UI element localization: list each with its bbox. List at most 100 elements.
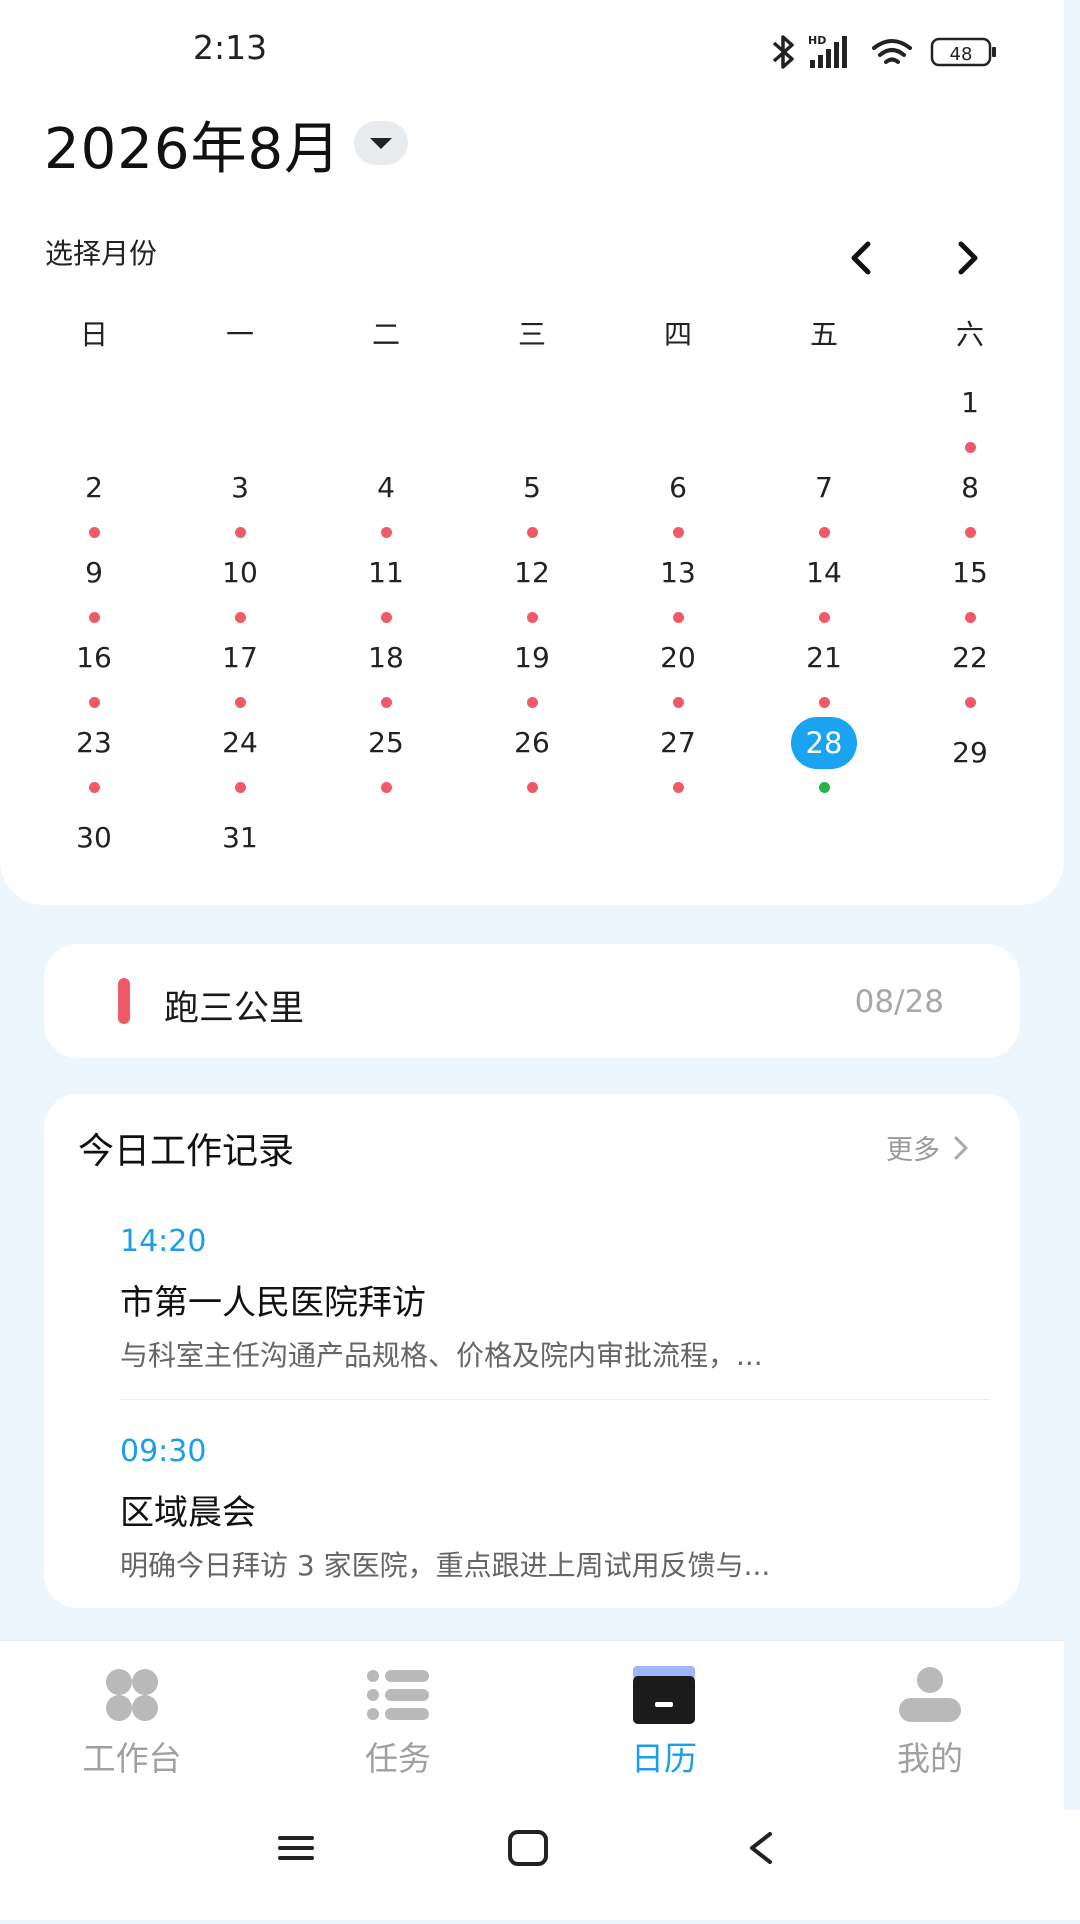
event-dot (235, 527, 246, 538)
entry-time: 14:20 (120, 1224, 207, 1259)
event-dot (819, 697, 830, 708)
tab-label: 日历 (631, 1739, 697, 1778)
day-cell-28-selected[interactable]: 28 (791, 717, 857, 769)
event-dot (89, 697, 100, 708)
tab-workbench[interactable]: 工作台 (32, 1664, 232, 1780)
tab-calendar[interactable]: 日历 (564, 1664, 764, 1780)
person-icon (895, 1664, 965, 1726)
event-dot (965, 527, 976, 538)
entry-title: 区域晨会 (120, 1493, 256, 1533)
event-dot (673, 612, 684, 623)
entry-time: 09:30 (120, 1434, 207, 1469)
entry-desc: 明确今日拜访 3 家医院，重点跟进上周试用反馈与... (120, 1549, 771, 1582)
work-log-card: 今日工作记录 更多 14:20 市第一人民医院拜访 与科室主任沟通产品规格、价格… (44, 1094, 1020, 1608)
more-link[interactable]: 更多 (886, 1128, 970, 1169)
day-cell-7[interactable]: 7 (764, 468, 884, 508)
nav-divider (0, 1640, 1064, 1641)
work-log-entry[interactable]: 14:20 市第一人民医院拜访 与科室主任沟通产品规格、价格及院内审批流程，..… (120, 1224, 990, 1374)
day-cell-23[interactable]: 23 (34, 723, 154, 763)
day-cell-6[interactable]: 6 (618, 468, 738, 508)
event-dot (965, 442, 976, 453)
task-color-bar (118, 978, 130, 1024)
day-cell-29[interactable]: 29 (910, 733, 1030, 773)
calendar-icon (629, 1664, 699, 1726)
bottom-nav: 工作台 任务 日历 我的 (0, 1640, 1064, 1810)
event-dot (381, 527, 392, 538)
entry-desc: 与科室主任沟通产品规格、价格及院内审批流程，... (120, 1339, 763, 1372)
tab-label: 工作台 (82, 1739, 182, 1778)
day-cell-15[interactable]: 15 (910, 553, 1030, 593)
weekday-thu: 四 (663, 318, 692, 351)
chevron-right-icon (952, 1134, 970, 1169)
work-log-entry[interactable]: 09:30 区域晨会 明确今日拜访 3 家医院，重点跟进上周试用反馈与... (120, 1434, 990, 1584)
event-dot (527, 697, 538, 708)
day-cell-22[interactable]: 22 (910, 638, 1030, 678)
day-cell-20[interactable]: 20 (618, 638, 738, 678)
event-dot (527, 782, 538, 793)
event-dot (673, 782, 684, 793)
event-dot (673, 527, 684, 538)
event-dot (381, 697, 392, 708)
event-dot (965, 697, 976, 708)
weekday-sun: 日 (79, 318, 108, 351)
weekday-wed: 三 (517, 318, 546, 351)
tab-label: 我的 (897, 1739, 963, 1778)
day-cell-8[interactable]: 8 (910, 468, 1030, 508)
day-cell-13[interactable]: 13 (618, 553, 738, 593)
event-dot (235, 612, 246, 623)
work-log-title: 今日工作记录 (78, 1131, 295, 1172)
more-label: 更多 (886, 1135, 940, 1166)
event-dot (89, 782, 100, 793)
day-cell-10[interactable]: 10 (180, 553, 300, 593)
day-cell-2[interactable]: 2 (34, 468, 154, 508)
event-dot (965, 612, 976, 623)
menu-icon[interactable] (278, 1836, 314, 1860)
day-cell-25[interactable]: 25 (326, 723, 446, 763)
day-cell-14[interactable]: 14 (764, 553, 884, 593)
tab-tasks[interactable]: 任务 (298, 1664, 498, 1780)
day-cell-31[interactable]: 31 (180, 818, 300, 858)
day-cell-27[interactable]: 27 (618, 723, 738, 763)
day-cell-18[interactable]: 18 (326, 638, 446, 678)
task-date: 08/28 (854, 984, 944, 1020)
entry-title: 市第一人民医院拜访 (120, 1283, 426, 1323)
event-dot (89, 612, 100, 623)
event-dot (381, 782, 392, 793)
list-icon (363, 1664, 433, 1726)
dashboard-icon (97, 1664, 167, 1726)
home-icon[interactable] (508, 1830, 548, 1866)
event-dot (381, 612, 392, 623)
day-cell-17[interactable]: 17 (180, 638, 300, 678)
back-icon[interactable] (750, 1832, 772, 1864)
event-dot (819, 527, 830, 538)
calendar-grid: 日 一 二 三 四 五 六 1 2 3 4 5 6 7 8 9 10 11 12… (34, 0, 1042, 905)
weekday-mon: 一 (225, 318, 254, 351)
event-dot (89, 527, 100, 538)
day-cell-21[interactable]: 21 (764, 638, 884, 678)
day-cell-11[interactable]: 11 (326, 553, 446, 593)
day-cell-12[interactable]: 12 (472, 553, 592, 593)
day-cell-19[interactable]: 19 (472, 638, 592, 678)
today-dot (819, 782, 830, 793)
task-item[interactable]: 跑三公里 08/28 (44, 944, 1020, 1058)
divider (120, 1399, 990, 1400)
tab-profile[interactable]: 我的 (830, 1664, 1030, 1780)
day-cell-30[interactable]: 30 (34, 818, 154, 858)
day-cell-1[interactable]: 1 (910, 383, 1030, 423)
weekday-fri: 五 (809, 318, 838, 351)
event-dot (527, 612, 538, 623)
day-cell-3[interactable]: 3 (180, 468, 300, 508)
event-dot (673, 697, 684, 708)
event-dot (235, 782, 246, 793)
day-cell-26[interactable]: 26 (472, 723, 592, 763)
day-cell-4[interactable]: 4 (326, 468, 446, 508)
tab-label: 任务 (365, 1739, 431, 1778)
day-cell-16[interactable]: 16 (34, 638, 154, 678)
event-dot (819, 612, 830, 623)
event-dot (235, 697, 246, 708)
day-cell-24[interactable]: 24 (180, 723, 300, 763)
day-cell-9[interactable]: 9 (34, 553, 154, 593)
weekday-tue: 二 (371, 318, 400, 351)
weekday-sat: 六 (955, 318, 984, 351)
day-cell-5[interactable]: 5 (472, 468, 592, 508)
